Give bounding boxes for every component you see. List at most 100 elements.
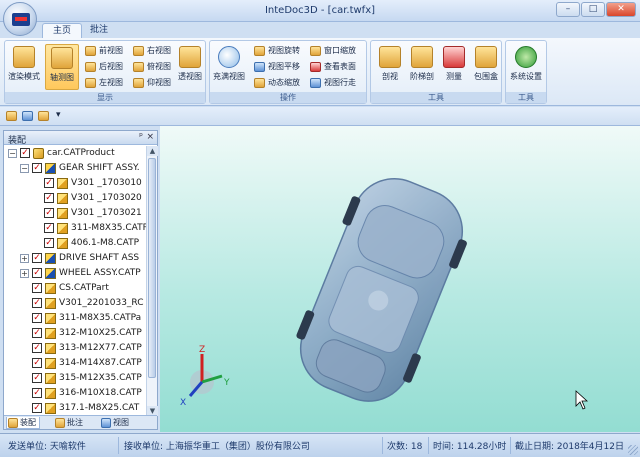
3d-viewport[interactable]: Z Y X	[160, 126, 640, 432]
tree-line-icon	[32, 209, 41, 218]
tree-row[interactable]: ✓ 313-M12X77.CATP	[4, 341, 147, 356]
dynamic-zoom-button[interactable]: 动态缩放	[254, 76, 300, 90]
tree-row[interactable]: ✓ 311-M8X35.CATP	[4, 221, 147, 236]
group-tools-label: 工具	[371, 92, 501, 103]
visibility-checkbox[interactable]: ✓	[32, 358, 42, 368]
pin-icon[interactable]: ᵖ	[139, 132, 143, 142]
save-icon[interactable]	[22, 111, 33, 121]
tree-row[interactable]: ✓ CS.CATPart	[4, 281, 147, 296]
visibility-checkbox[interactable]: ✓	[32, 403, 42, 413]
visibility-checkbox[interactable]: ✓	[32, 313, 42, 323]
panel-tab-annotation[interactable]: 批注	[54, 417, 86, 429]
measure-button[interactable]: 测量	[437, 44, 471, 90]
bottom-view-button[interactable]: 仰视图	[133, 76, 171, 90]
tree-expander-icon[interactable]: +	[20, 254, 29, 263]
pan-view-button[interactable]: 视图平移	[254, 60, 300, 74]
scroll-thumb[interactable]	[148, 158, 156, 378]
bounding-box-icon	[475, 46, 497, 68]
tree-row[interactable]: ✓ 406.1-M8.CATP	[4, 236, 147, 251]
tree-row[interactable]: ✓ V301_2201033_RC	[4, 296, 147, 311]
panel-tab-view[interactable]: 视图	[100, 417, 132, 429]
visibility-checkbox[interactable]: ✓	[32, 343, 42, 353]
tree-row[interactable]: ✓ V301 _1703021	[4, 206, 147, 221]
minimize-button[interactable]: –	[556, 2, 580, 17]
visibility-checkbox[interactable]: ✓	[32, 298, 42, 308]
tree-row[interactable]: − ✓ car.CATProduct	[4, 146, 147, 161]
panel-tab-assembly[interactable]: 装配	[6, 417, 40, 429]
left-view-button[interactable]: 左视图	[85, 76, 123, 90]
resize-grip-icon[interactable]	[628, 445, 638, 455]
qat-more-button[interactable]: ▾	[56, 110, 61, 120]
panel-close-icon[interactable]: ×	[146, 132, 154, 142]
visibility-checkbox[interactable]: ✓	[44, 193, 54, 203]
folder-icon[interactable]	[38, 111, 49, 121]
assembly-panel-title: 装配	[8, 136, 27, 146]
visibility-checkbox[interactable]: ✓	[32, 328, 42, 338]
tree-row[interactable]: ✓ 311-M8X35.CATPa	[4, 311, 147, 326]
tree-row[interactable]: ✓ 315-M12X35.CATP	[4, 371, 147, 386]
visibility-checkbox[interactable]: ✓	[32, 253, 42, 263]
axis-view-button[interactable]: 轴测图	[45, 44, 79, 90]
tree-scrollbar[interactable]: ▲ ▼	[146, 146, 158, 416]
close-button[interactable]: ✕	[606, 2, 636, 17]
open-folder-icon[interactable]	[6, 111, 17, 121]
fit-view-button[interactable]: 充满视图	[212, 44, 246, 90]
tree-row[interactable]: ✓ V301 _1703020	[4, 191, 147, 206]
tree-row[interactable]: + ✓ DRIVE SHAFT ASS	[4, 251, 147, 266]
right-view-button[interactable]: 右视图	[133, 44, 171, 58]
application-menu-button[interactable]	[3, 2, 37, 36]
rotate-view-button[interactable]: 视图旋转	[254, 44, 300, 58]
tree-row[interactable]: ✓ 316-M10X18.CATP	[4, 386, 147, 401]
visibility-checkbox[interactable]: ✓	[32, 373, 42, 383]
tree-row-label: V301 _1703010	[71, 178, 142, 188]
window-zoom-button[interactable]: 窗口缩放	[310, 44, 356, 58]
visibility-checkbox[interactable]: ✓	[44, 178, 54, 188]
tree-row[interactable]: ✓ 317.1-M8X25.CAT	[4, 401, 147, 416]
assembly-icon	[45, 163, 56, 174]
tree-row-label: V301 _1703020	[71, 193, 142, 203]
tree-row[interactable]: ✓ 314-M14X87.CATP	[4, 356, 147, 371]
visibility-checkbox[interactable]: ✓	[32, 283, 42, 293]
perspective-button[interactable]: 透视图	[173, 44, 207, 90]
render-mode-button[interactable]: 渲染模式	[7, 44, 41, 90]
walk-view-button[interactable]: 视图行走	[310, 76, 356, 90]
view-surface-button[interactable]: 查看表面	[310, 60, 356, 74]
ruler-icon	[443, 46, 465, 68]
view-tab-icon	[101, 418, 111, 428]
step-section-button[interactable]: 阶梯剖	[405, 44, 439, 90]
visibility-checkbox[interactable]: ✓	[32, 163, 42, 173]
tree-row-label: 316-M10X18.CATP	[59, 388, 142, 398]
visibility-checkbox[interactable]: ✓	[44, 223, 54, 233]
tree-expander-icon[interactable]: −	[8, 149, 17, 158]
tree-row[interactable]: ✓ V301 _1703010	[4, 176, 147, 191]
product-icon	[33, 148, 44, 159]
bounding-box-button[interactable]: 包围盒	[469, 44, 503, 90]
visibility-checkbox[interactable]: ✓	[44, 208, 54, 218]
app-logo-icon	[12, 13, 30, 26]
maximize-button[interactable]: □	[581, 2, 605, 17]
tree-row[interactable]: ✓ 312-M10X25.CATP	[4, 326, 147, 341]
assembly-tab-icon	[8, 418, 18, 428]
tree-line-icon	[20, 344, 29, 353]
step-section-icon	[411, 46, 433, 68]
tree-row-label: 311-M8X35.CATP	[71, 223, 147, 233]
tree-expander-icon[interactable]: +	[20, 269, 29, 278]
tree-expander-icon[interactable]: −	[20, 164, 29, 173]
top-view-button[interactable]: 俯视图	[133, 60, 171, 74]
visibility-checkbox[interactable]: ✓	[20, 148, 30, 158]
scroll-up-icon[interactable]: ▲	[147, 146, 158, 156]
tab-home[interactable]: 主页	[42, 23, 83, 38]
system-settings-button[interactable]: 系统设置	[509, 44, 543, 90]
tree-row[interactable]: + ✓ WHEEL ASSY.CATP	[4, 266, 147, 281]
tree-row[interactable]: − ✓ GEAR SHIFT ASSY.	[4, 161, 147, 176]
visibility-checkbox[interactable]: ✓	[32, 268, 42, 278]
back-view-button[interactable]: 后视图	[85, 60, 123, 74]
tree-row-label: GEAR SHIFT ASSY.	[59, 163, 140, 173]
tab-annotation[interactable]: 批注	[80, 23, 118, 38]
x-axis-label: X	[180, 398, 186, 408]
section-button[interactable]: 剖视	[373, 44, 407, 90]
rotate-icon	[254, 46, 265, 56]
visibility-checkbox[interactable]: ✓	[44, 238, 54, 248]
front-view-button[interactable]: 前视图	[85, 44, 123, 58]
visibility-checkbox[interactable]: ✓	[32, 388, 42, 398]
